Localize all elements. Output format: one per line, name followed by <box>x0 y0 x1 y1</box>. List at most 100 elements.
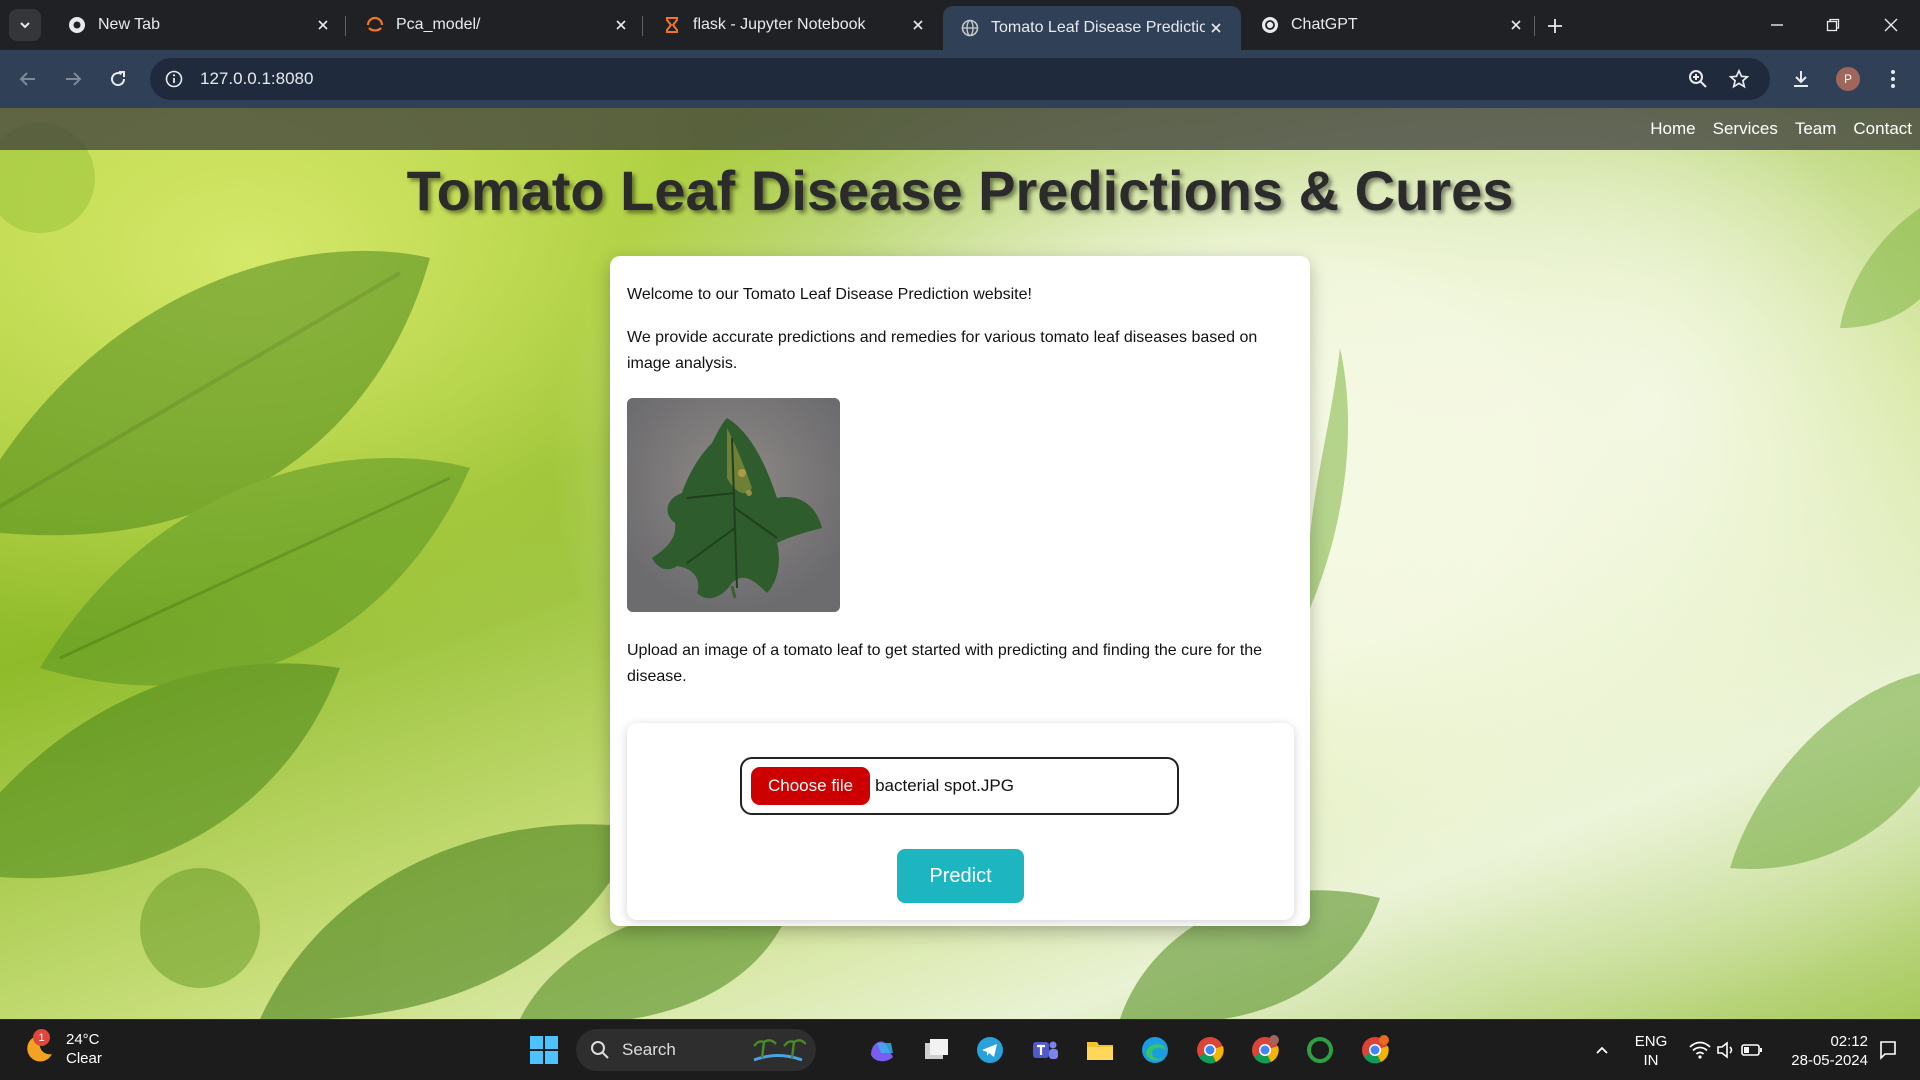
tab-title: flask - Jupyter Notebook <box>693 16 866 33</box>
profile-avatar[interactable]: P <box>1836 67 1860 91</box>
download-icon <box>1794 71 1808 87</box>
close-icon[interactable] <box>312 14 334 36</box>
web-page: Home Services Team Contact Tomato Leaf D… <box>0 108 1920 1019</box>
chrome-taskbar-icon[interactable] <box>1194 1034 1226 1066</box>
url-text: 127.0.0.1:8080 <box>200 69 314 88</box>
arrow-right-icon <box>66 72 82 86</box>
teams-icon[interactable] <box>1029 1034 1061 1066</box>
restore-icon <box>1826 18 1840 32</box>
bookmark-button[interactable] <box>1722 62 1756 96</box>
new-tab-button[interactable] <box>1541 12 1569 40</box>
region-code: IN <box>1643 1052 1659 1069</box>
temperature: 24°C <box>66 1031 100 1048</box>
zoom-icon <box>1689 70 1707 88</box>
nav-team-link[interactable]: Team <box>1795 119 1837 139</box>
windows-logo-icon <box>530 1036 558 1064</box>
chevron-down-icon <box>20 22 30 29</box>
minimize-button[interactable] <box>1749 0 1805 50</box>
hourglass-icon <box>663 16 681 34</box>
task-view-icon[interactable] <box>920 1034 952 1066</box>
chrome-second-profile-icon[interactable] <box>1359 1034 1391 1066</box>
back-button[interactable] <box>12 63 44 95</box>
clock[interactable]: 02:12 28-05-2024 <box>1782 1032 1868 1070</box>
description-text: We provide accurate predictions and reme… <box>627 329 1258 372</box>
page-title: Tomato Leaf Disease Predictions & Cures <box>406 159 1514 222</box>
chevron-up-icon[interactable] <box>1586 1034 1618 1066</box>
weather-condition: Clear <box>66 1050 102 1067</box>
moon-weather-icon: 1 <box>22 1029 56 1066</box>
uploaded-leaf-image <box>627 398 840 612</box>
tab-title: Pca_model/ <box>396 16 481 33</box>
nav-services-link[interactable]: Services <box>1713 119 1778 139</box>
upload-instructions: Upload an image of a tomato leaf to get … <box>627 642 1263 685</box>
downloads-button[interactable] <box>1784 62 1818 96</box>
close-icon[interactable] <box>1205 17 1227 39</box>
forward-button[interactable] <box>57 63 89 95</box>
taskbar-search[interactable]: Search <box>576 1029 816 1071</box>
copilot-icon[interactable] <box>866 1034 898 1066</box>
tab-separator <box>642 16 643 36</box>
star-icon <box>1729 69 1749 89</box>
restore-button[interactable] <box>1805 0 1861 50</box>
telegram-icon[interactable] <box>974 1034 1006 1066</box>
file-explorer-icon[interactable] <box>1084 1034 1116 1066</box>
site-navbar: Home Services Team Contact <box>0 108 1920 150</box>
clock-time: 02:12 <box>1830 1033 1868 1050</box>
tab-title: New Tab <box>98 16 160 33</box>
tab-strip: New Tab Pca_model/ flask - Jupyter Noteb… <box>0 0 1920 50</box>
search-placeholder: Search <box>622 1040 676 1059</box>
chrome-profile-icon[interactable] <box>1249 1034 1281 1066</box>
tab-flask-notebook[interactable]: flask - Jupyter Notebook <box>645 6 943 44</box>
site-info-icon[interactable] <box>162 67 186 91</box>
browser-toolbar: 127.0.0.1:8080 <box>0 50 1920 108</box>
jupyter-app-icon[interactable] <box>1304 1034 1336 1066</box>
close-window-button[interactable] <box>1863 0 1919 50</box>
selected-filename: bacterial spot.JPG <box>875 776 1014 795</box>
windows-taskbar: 1 24°C Clear Search ENG IN 02:12 28-05-2… <box>0 1019 1920 1080</box>
tab-separator <box>345 16 346 36</box>
minimize-icon <box>1771 24 1783 26</box>
close-icon[interactable] <box>907 14 929 36</box>
clock-date: 28-05-2024 <box>1791 1052 1868 1069</box>
chrome-icon <box>68 16 86 34</box>
arrow-left-icon <box>19 72 35 86</box>
openai-icon <box>1261 16 1279 34</box>
search-icon <box>591 1041 609 1059</box>
language-code: ENG <box>1634 1033 1668 1050</box>
address-bar[interactable]: 127.0.0.1:8080 <box>150 58 1770 100</box>
reload-button[interactable] <box>102 63 134 95</box>
close-icon[interactable] <box>610 14 632 36</box>
tab-new-tab[interactable]: New Tab <box>50 6 348 44</box>
close-icon <box>1884 18 1898 32</box>
edge-icon[interactable] <box>1139 1034 1171 1066</box>
notification-badge: 1 <box>33 1029 50 1046</box>
menu-button[interactable] <box>1876 62 1910 96</box>
tab-search-button[interactable] <box>9 9 41 41</box>
upload-form: Choose file bacterial spot.JPG Predict <box>627 723 1294 920</box>
beach-icon <box>753 1039 806 1062</box>
file-input[interactable]: Choose file bacterial spot.JPG <box>740 757 1179 815</box>
zoom-button[interactable] <box>1681 62 1715 96</box>
start-button[interactable] <box>528 1034 560 1066</box>
nav-home-link[interactable]: Home <box>1650 119 1695 139</box>
battery-icon[interactable] <box>1736 1034 1768 1066</box>
notifications-icon[interactable] <box>1872 1034 1904 1066</box>
reload-icon <box>111 71 126 87</box>
main-card: Welcome to our Tomato Leaf Disease Predi… <box>610 256 1310 926</box>
tab-pca-model[interactable]: Pca_model/ <box>348 6 646 44</box>
tab-tomato-leaf[interactable]: Tomato Leaf Disease Prediction <box>943 6 1241 50</box>
predict-button[interactable]: Predict <box>897 849 1024 903</box>
globe-icon <box>961 19 979 37</box>
close-icon[interactable] <box>1505 14 1527 36</box>
jupyter-icon <box>366 16 384 34</box>
tab-title: ChatGPT <box>1291 16 1358 33</box>
plus-icon <box>1548 19 1562 33</box>
welcome-text: Welcome to our Tomato Leaf Disease Predi… <box>627 286 1032 303</box>
nav-contact-link[interactable]: Contact <box>1853 119 1912 139</box>
choose-file-button[interactable]: Choose file <box>751 767 871 805</box>
kebab-menu-icon <box>1891 70 1895 88</box>
weather-widget[interactable]: 1 24°C Clear <box>22 1029 102 1068</box>
tab-title: Tomato Leaf Disease Prediction <box>991 19 1205 36</box>
language-indicator[interactable]: ENG IN <box>1630 1032 1672 1070</box>
tab-chatgpt[interactable]: ChatGPT <box>1243 6 1541 44</box>
